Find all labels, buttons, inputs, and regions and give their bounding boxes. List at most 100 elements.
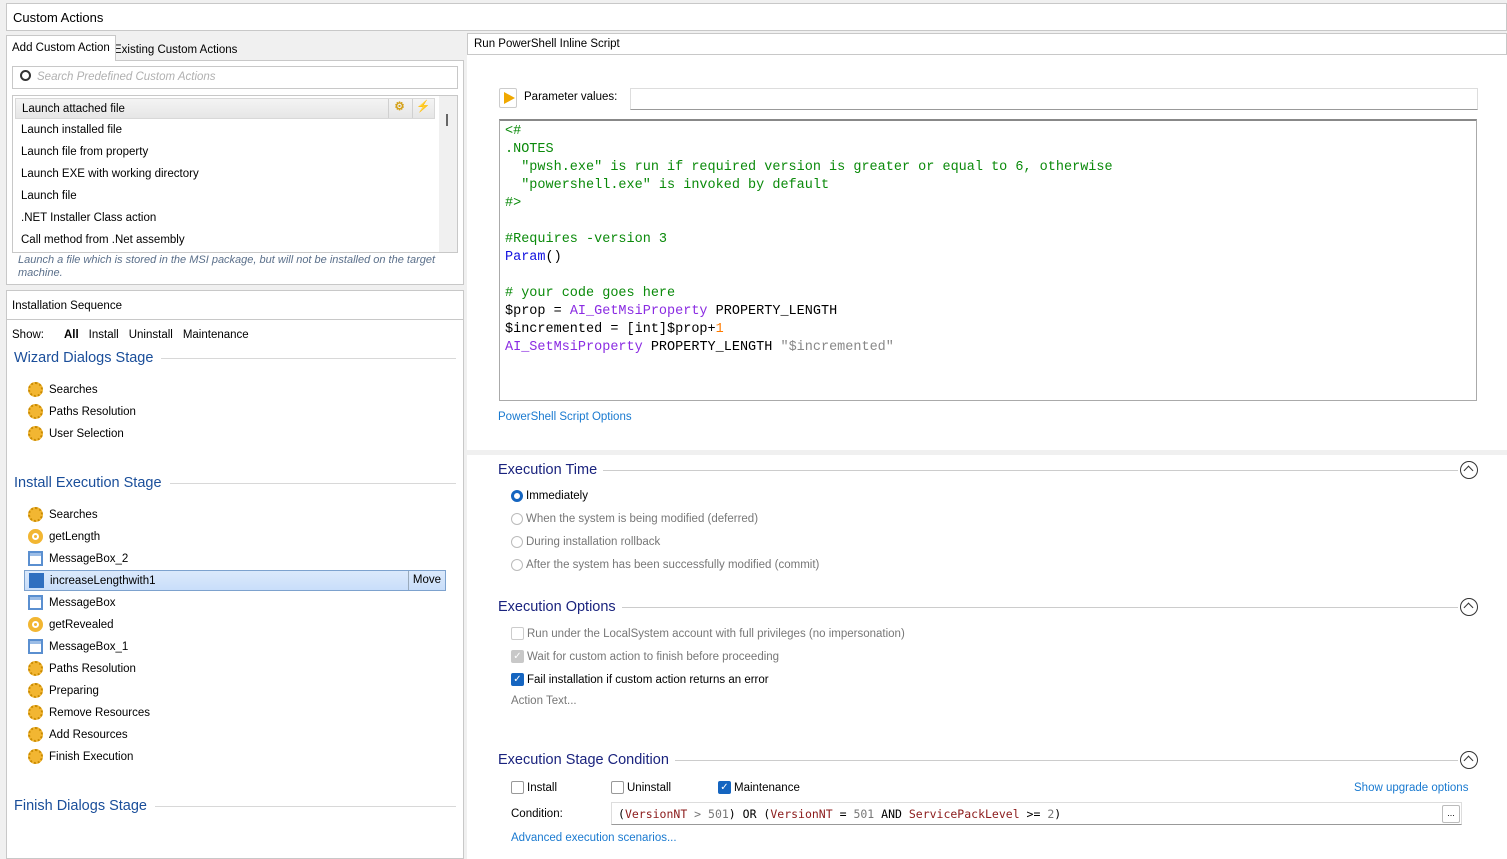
stage-heading[interactable]: Wizard Dialogs Stage [14,350,456,366]
tab-existing-custom-actions[interactable]: Existing Custom Actions [109,38,242,64]
sequence-item[interactable]: Paths Resolution [24,658,446,679]
list-item[interactable]: Launch file from property [13,141,457,163]
show-upgrade-options-link[interactable]: Show upgrade options [1354,782,1468,794]
execution-option[interactable]: ✓ Fail installation if custom action retu… [511,673,769,686]
stage-name: Wizard Dialogs Stage [14,350,154,366]
radio-button[interactable] [511,490,523,502]
sequence-item[interactable]: MessageBox_1 [24,636,446,657]
code-token: #> [505,196,522,211]
tab-add-custom-action[interactable]: Add Custom Action [6,35,116,61]
execution-time-option[interactable]: After the system has been successfully m… [511,559,819,571]
condition-input[interactable]: (VersionNT > 501) OR (VersionNT = 501 AN… [611,802,1462,825]
sequence-item[interactable]: Add Resources [24,724,446,745]
powershell-options-link[interactable]: PowerShell Script Options [498,411,632,423]
filter-uninstall[interactable]: Uninstall [129,329,173,341]
filter-maintenance[interactable]: Maintenance [183,329,249,341]
execution-time-option[interactable]: During installation rollback [511,536,660,548]
list-item-label: .NET Installer Class action [21,212,157,224]
scrollbar[interactable] [439,96,457,252]
move-button[interactable]: Move [407,571,445,590]
add-custom-action-with-sequence-icon[interactable]: ⚡ [412,99,434,118]
sequence-item-label: getRevealed [49,618,114,631]
parameter-values-input[interactable] [630,88,1478,110]
filter-install[interactable]: Install [89,329,119,341]
predefined-actions-list[interactable]: Launch attached file ⚙ ⚡ Launch installed f… [12,95,458,253]
search-placeholder: Search Predefined Custom Actions [37,71,216,83]
code-token: PROPERTY_LENGTH [707,304,838,319]
sequence-item[interactable]: getRevealed [24,614,446,635]
sequence-item-label: Add Resources [49,728,128,741]
option-label: Wait for custom action to finish before … [527,650,780,663]
sequence-item[interactable]: Searches [24,379,446,400]
code-line: $prop = AI_GetMsiProperty PROPERTY_LENGT… [505,303,1471,321]
list-item[interactable]: Launch attached file ⚙ ⚡ [15,98,435,119]
collapse-icon[interactable] [1460,461,1478,479]
list-item-label: Launch file [21,190,77,202]
action-text-button[interactable]: Action Text... [511,695,577,707]
list-item[interactable]: Launch EXE with working directory [13,163,457,185]
list-item[interactable]: Call method from .Net assembly [13,229,457,251]
stage-heading[interactable]: Finish Dialogs Stage [14,798,456,814]
sequence-item[interactable]: Preparing [24,680,446,701]
sequence-item[interactable]: MessageBox [24,592,446,613]
condition-editor-button[interactable]: ... [1442,805,1460,823]
list-item[interactable]: Launch installed file [13,119,457,141]
sequence-item[interactable]: MessageBox_2 [24,548,446,569]
checkbox[interactable] [611,781,624,794]
search-input[interactable]: Search Predefined Custom Actions [12,66,458,89]
condition-maintenance-checkbox[interactable]: ✓ Maintenance [718,781,800,794]
condition-label: Condition: [511,808,563,820]
execution-option[interactable]: ✓ Wait for custom action to finish before… [511,650,779,663]
radio-button[interactable] [511,559,523,571]
execution-time-option[interactable]: Immediately [511,490,588,502]
messagebox-icon [28,551,43,566]
sequence-item[interactable]: Finish Execution [24,746,446,767]
stage-heading[interactable]: Install Execution Stage [14,475,456,491]
execution-time-heading: Execution Time [498,462,598,478]
add-custom-action-icon[interactable]: ⚙ [388,99,410,118]
code-line: # your code goes here [505,285,1471,303]
collapse-icon[interactable] [1460,598,1478,616]
standard-action-icon [28,727,43,742]
code-token: $prop = [505,304,570,319]
code-line: "pwsh.exe" is run if required version is… [505,159,1471,177]
execution-option[interactable]: Run under the LocalSystem account with f… [511,627,905,640]
condition-uninstall-checkbox[interactable]: Uninstall [611,781,671,794]
stage-condition-heading: Execution Stage Condition [498,752,669,768]
sequence-item[interactable]: User Selection [24,423,446,444]
execution-time-option[interactable]: When the system is being modified (defer… [511,513,758,525]
list-item-label: Launch EXE with working directory [21,168,199,180]
stage-name: Install Execution Stage [14,475,162,491]
sequence-item[interactable]: increaseLengthwith1 Move [24,570,446,591]
run-icon[interactable] [499,88,517,108]
code-token: # your code goes here [505,286,676,301]
sequence-item[interactable]: Paths Resolution [24,401,446,422]
advanced-execution-link[interactable]: Advanced execution scenarios... [511,832,677,844]
option-label: When the system is being modified (defer… [526,513,759,525]
checkbox[interactable]: ✓ [718,781,731,794]
code-token: "powershell.exe" is invoked by default [505,178,830,193]
checkbox[interactable] [511,627,524,640]
collapse-icon[interactable] [1460,751,1478,769]
code-line: AI_SetMsiProperty PROPERTY_LENGTH "$incr… [505,339,1471,357]
option-label: After the system has been successfully m… [526,559,820,571]
code-line: <# [505,123,1471,141]
sequence-item[interactable]: getLength [24,526,446,547]
checkbox[interactable]: ✓ [511,650,524,663]
list-item[interactable]: Launch file [13,185,457,207]
list-item[interactable]: .NET Installer Class action [13,207,457,229]
stage-condition-section: Execution Stage Condition [498,751,1478,769]
option-label: Fail installation if custom action retur… [527,673,769,686]
list-item-label: Launch attached file [22,103,125,115]
code-token: .NOTES [505,142,554,157]
sequence-item[interactable]: Searches [24,504,446,525]
filter-all[interactable]: All [64,329,79,341]
sequence-item[interactable]: Remove Resources [24,702,446,723]
radio-button[interactable] [511,513,523,525]
condition-install-checkbox[interactable]: Install [511,781,557,794]
checkbox[interactable] [511,781,524,794]
checkbox[interactable]: ✓ [511,673,524,686]
execution-options-heading: Execution Options [498,599,616,615]
script-editor[interactable]: <# .NOTES "pwsh.exe" is run if required v… [499,119,1477,401]
radio-button[interactable] [511,536,523,548]
